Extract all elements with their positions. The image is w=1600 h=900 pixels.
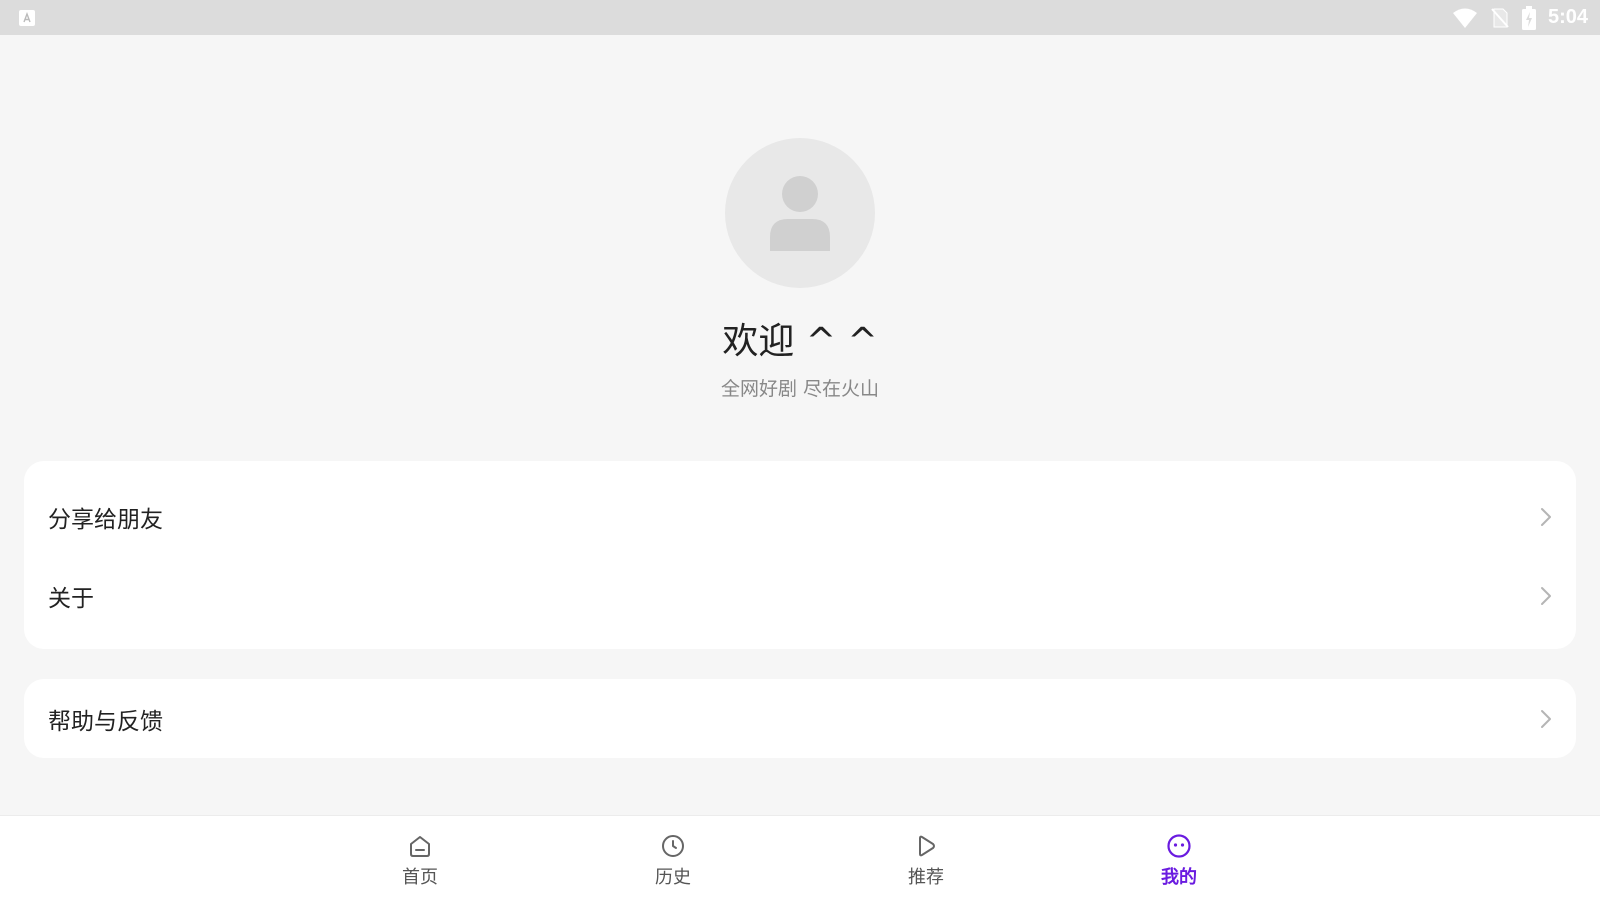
no-sim-icon (1491, 7, 1509, 28)
clock-icon (662, 835, 684, 857)
menu-item-help-feedback[interactable]: 帮助与反馈 (24, 679, 1576, 758)
menu-item-share[interactable]: 分享给朋友 (24, 477, 1576, 556)
menu-item-label: 帮助与反馈 (48, 708, 163, 735)
menu-item-label: 关于 (48, 585, 94, 612)
welcome-title: 欢迎 ^ ^ (722, 321, 878, 362)
battery-charging-icon (1521, 5, 1536, 30)
chevron-right-icon (1541, 507, 1551, 526)
play-icon (919, 835, 935, 857)
menu-item-label: 分享给朋友 (48, 506, 163, 533)
nav-tab-label: 推荐 (908, 867, 944, 888)
nav-tab-home[interactable]: 首页 (360, 816, 480, 900)
default-user-icon (770, 176, 830, 251)
chevron-right-icon (1541, 709, 1551, 728)
nav-tab-label: 历史 (655, 867, 691, 888)
nav-tab-recommend[interactable]: 推荐 (866, 816, 986, 900)
keyboard-icon (19, 9, 35, 26)
wifi-icon (1452, 8, 1477, 28)
bottom-nav: 首页 历史 推荐 我的 (0, 815, 1600, 900)
nav-tab-label: 首页 (402, 867, 438, 888)
menu-item-about[interactable]: 关于 (24, 556, 1576, 635)
menu-card-help: 帮助与反馈 (24, 679, 1576, 758)
welcome-subtitle: 全网好剧 尽在火山 (720, 378, 880, 400)
nav-tab-label: 我的 (1161, 867, 1197, 888)
home-icon (410, 836, 430, 857)
avatar[interactable] (725, 138, 875, 288)
chevron-right-icon (1541, 586, 1551, 605)
nav-tab-history[interactable]: 历史 (613, 816, 733, 900)
status-bar: 5:04 (0, 0, 1600, 35)
menu-card-main: 分享给朋友 关于 (24, 461, 1576, 649)
smiley-icon (1167, 834, 1191, 858)
status-time: 5:04 (1547, 6, 1588, 28)
nav-tab-mine[interactable]: 我的 (1119, 816, 1239, 900)
